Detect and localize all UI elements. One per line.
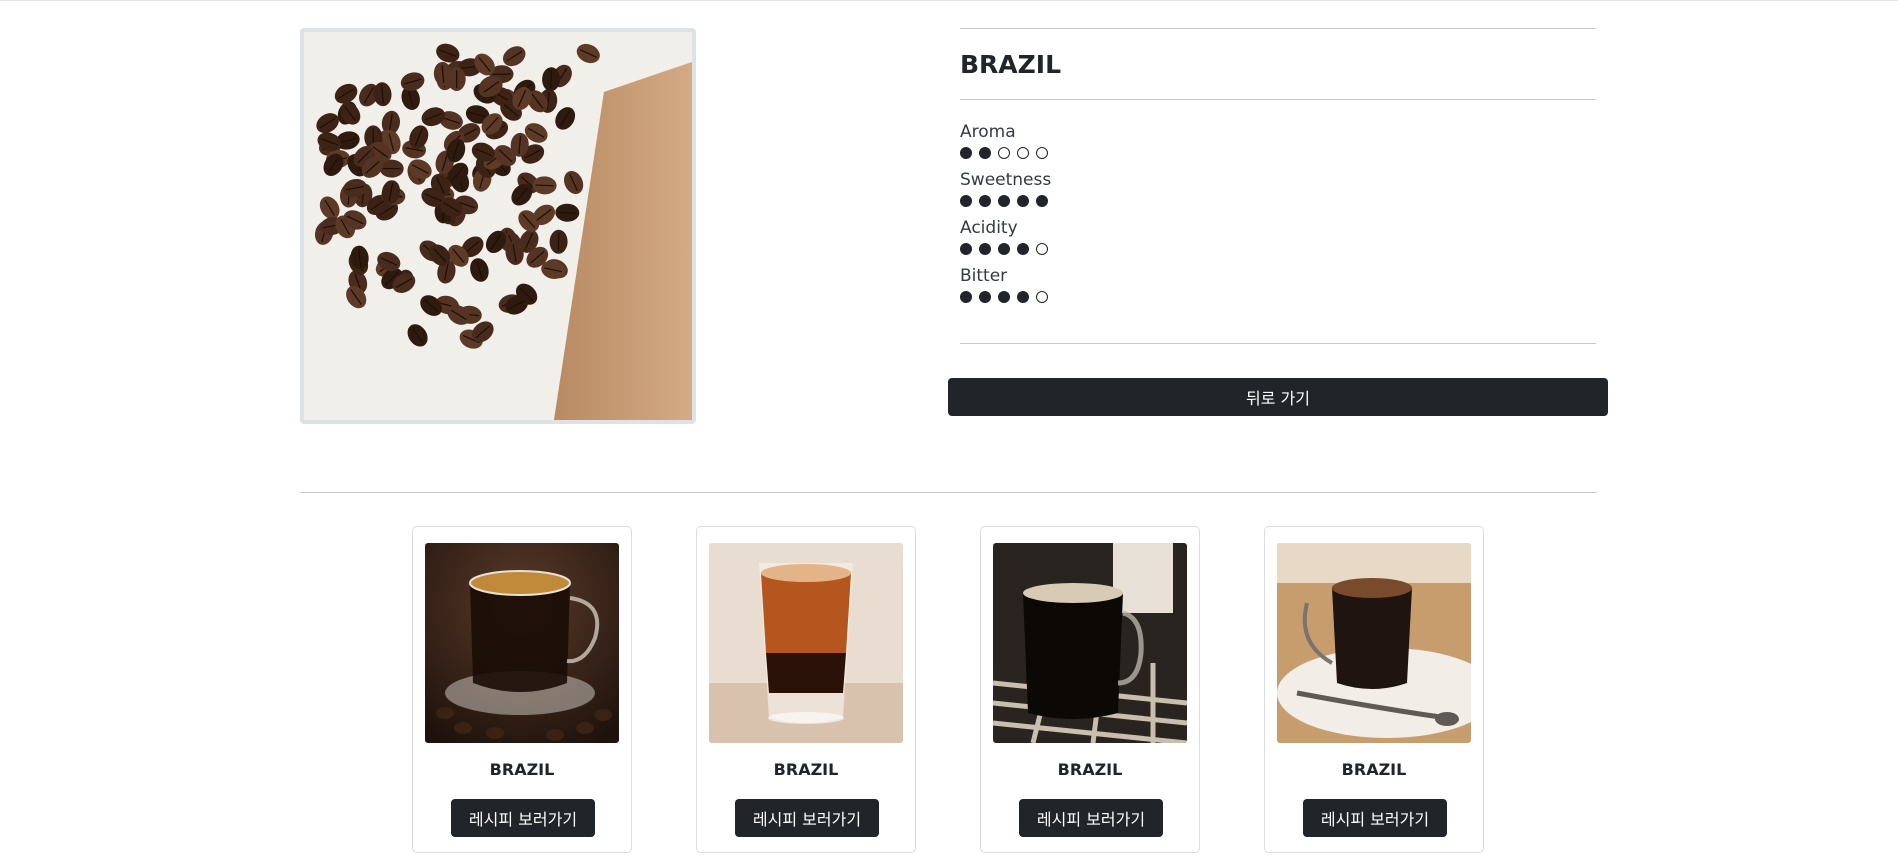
layered-shot-glass-illustration [709,543,903,743]
rating-dot-empty [1036,147,1048,159]
rating-dot-empty [1017,147,1029,159]
attribute-aroma: Aroma [960,122,1596,163]
view-recipe-button[interactable]: 레시피 보러가기 [1303,799,1447,837]
recipe-name: BRAZIL [773,760,839,779]
rating-dot-filled [979,291,991,303]
recipe-name: BRAZIL [1341,760,1407,779]
coffee-beans-illustration [304,32,692,420]
rating-dot-empty [1036,291,1048,303]
attribute-label: Acidity [960,218,1018,238]
product-image [300,28,696,424]
rating-dot-filled [960,147,972,159]
recipe-card: BRAZIL 레시피 보러가기 [412,526,632,853]
recipe-name: BRAZIL [1057,760,1123,779]
rating-dots [960,195,1596,211]
recipe-image [425,543,619,743]
attribute-bitter: Bitter [960,266,1596,307]
espresso-with-spoon-illustration [1277,543,1471,743]
section-divider [300,492,1597,493]
divider [960,343,1596,344]
rating-dot-filled [1017,243,1029,255]
recipe-card: BRAZIL 레시피 보러가기 [1264,526,1484,853]
rating-dots [960,291,1596,307]
espresso-cup-on-saucer-illustration [425,543,619,743]
view-recipe-button[interactable]: 레시피 보러가기 [1019,799,1163,837]
rating-dot-filled [979,243,991,255]
rating-dot-filled [998,243,1010,255]
glass-mug-coffee-illustration [993,543,1187,743]
rating-dot-filled [998,195,1010,207]
rating-dot-filled [1017,195,1029,207]
rating-dot-filled [960,243,972,255]
divider [960,28,1596,29]
attribute-acidity: Acidity [960,218,1596,259]
attribute-label: Aroma [960,122,1016,142]
product-detail: BRAZIL Aroma Sweetness Acidity Bitter [960,28,1596,344]
recipe-card: BRAZIL 레시피 보러가기 [696,526,916,853]
attribute-sweetness: Sweetness [960,170,1596,211]
rating-dot-filled [1036,195,1048,207]
rating-dot-filled [979,195,991,207]
rating-dot-filled [979,147,991,159]
rating-dot-filled [960,291,972,303]
recipe-card: BRAZIL 레시피 보러가기 [980,526,1200,853]
view-recipe-button[interactable]: 레시피 보러가기 [451,799,595,837]
rating-dot-filled [1017,291,1029,303]
flavor-attributes: Aroma Sweetness Acidity Bitter [960,100,1596,307]
recipe-image [709,543,903,743]
rating-dot-filled [960,195,972,207]
recipe-image [1277,543,1471,743]
rating-dot-empty [998,147,1010,159]
recipe-image [993,543,1187,743]
rating-dots [960,243,1596,259]
view-recipe-button[interactable]: 레시피 보러가기 [735,799,879,837]
back-button[interactable]: 뒤로 가기 [948,378,1608,416]
rating-dot-empty [1036,243,1048,255]
top-border [0,0,1898,1]
product-title: BRAZIL [960,50,1062,79]
rating-dots [960,147,1596,163]
attribute-label: Bitter [960,266,1008,286]
rating-dot-filled [998,291,1010,303]
recipe-name: BRAZIL [489,760,555,779]
attribute-label: Sweetness [960,170,1052,190]
